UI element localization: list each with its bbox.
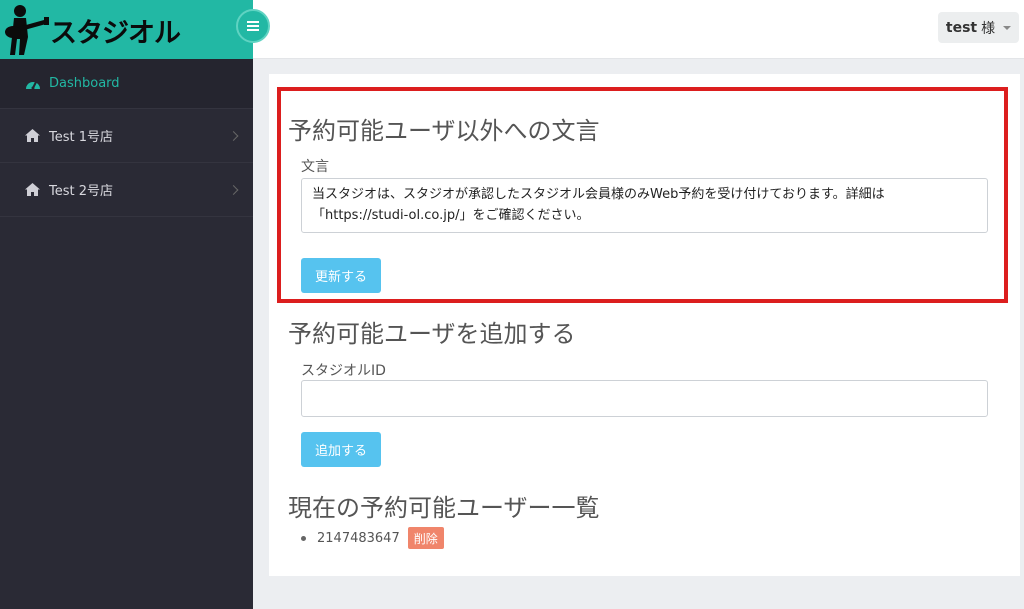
add-user-button[interactable]: 追加する <box>301 432 382 467</box>
bullet-icon <box>301 535 306 541</box>
update-button[interactable]: 更新する <box>301 258 382 293</box>
brand-logo[interactable]: スタジオル <box>0 0 253 59</box>
studiol-id-input[interactable] <box>301 380 988 417</box>
sidebar-item-label: Dashboard <box>49 76 120 91</box>
sidebar-item-store-1[interactable]: Test 1号店 <box>0 109 253 163</box>
message-section-title: 予約可能ユーザ以外への文言 <box>288 117 600 145</box>
top-header: スタジオル test 様 <box>0 0 1024 59</box>
add-user-section-title: 予約可能ユーザを追加する <box>288 320 576 348</box>
list-item: 2147483647 削除 <box>301 527 444 549</box>
chevron-down-icon <box>1003 25 1012 30</box>
dashboard-icon <box>25 77 41 91</box>
home-icon <box>25 183 41 197</box>
user-honorific: 様 <box>981 20 996 37</box>
studiol-id-label: スタジオルID <box>301 363 386 379</box>
user-id: 2147483647 <box>317 530 400 546</box>
sidebar-toggle-button[interactable] <box>236 9 270 43</box>
delete-user-button[interactable]: 削除 <box>407 527 444 549</box>
chevron-right-icon <box>228 184 239 195</box>
user-name: test <box>945 19 978 36</box>
user-list-section-title: 現在の予約可能ユーザー一覧 <box>288 494 600 522</box>
home-icon <box>25 129 41 143</box>
sidebar-item-label: Test 1号店 <box>49 130 114 145</box>
brand-logo-text: スタジオル <box>50 18 181 49</box>
message-textarea[interactable]: 当スタジオは、スタジオが承認したスタジオル会員様のみWeb予約を受け付けておりま… <box>301 178 988 233</box>
chevron-right-icon <box>228 130 239 141</box>
sidebar-item-store-2[interactable]: Test 2号店 <box>0 163 253 217</box>
user-menu-dropdown[interactable]: test 様 <box>938 12 1019 43</box>
guitarist-logo-icon <box>5 5 49 55</box>
sidebar-item-label: Test 2号店 <box>49 184 114 199</box>
hamburger-icon <box>247 21 259 31</box>
message-field-label: 文言 <box>301 159 329 175</box>
sidebar: Dashboard Test 1号店 Test 2号店 <box>0 59 253 609</box>
sidebar-item-dashboard[interactable]: Dashboard <box>0 59 253 109</box>
